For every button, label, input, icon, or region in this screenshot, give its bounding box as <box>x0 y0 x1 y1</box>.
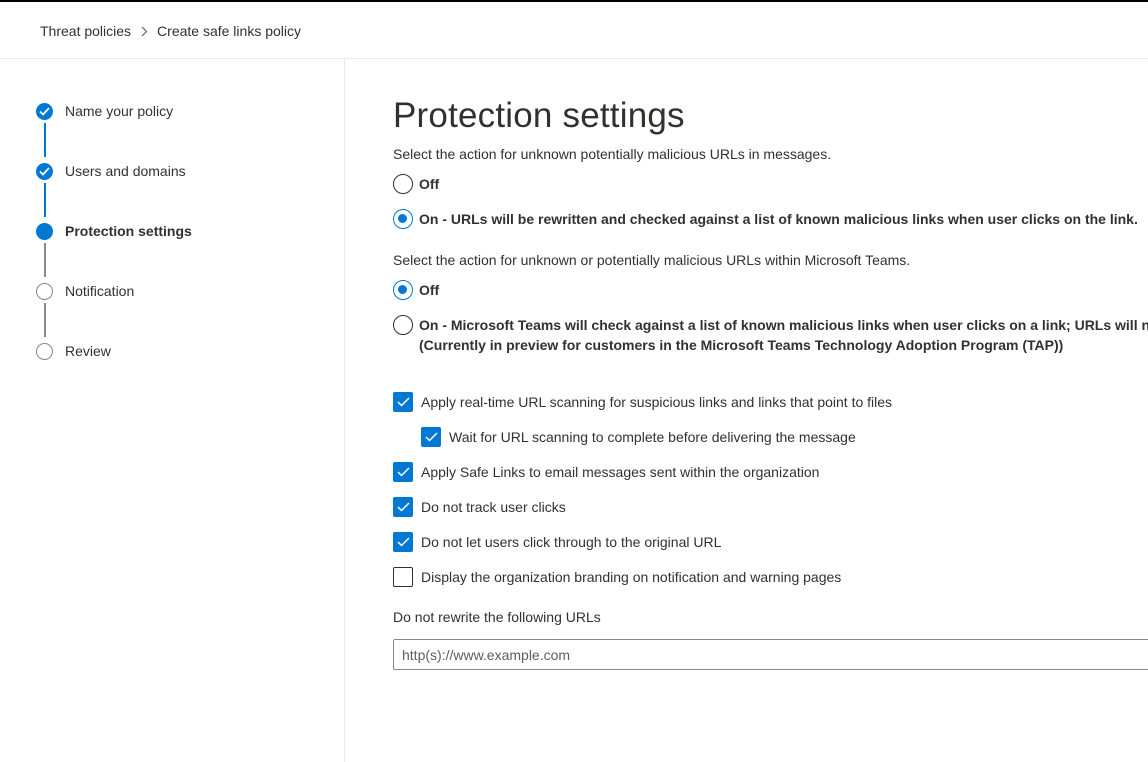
breadcrumb-create-safe-links-policy: Create safe links policy <box>157 23 301 39</box>
wizard-step-review[interactable]: Review <box>36 341 316 363</box>
header-divider <box>0 58 1148 59</box>
checkbox-box[interactable] <box>393 532 413 552</box>
radio-circle[interactable] <box>393 174 413 194</box>
wizard-step-users-and-domains[interactable]: Users and domains <box>36 161 316 183</box>
radio-circle[interactable] <box>393 280 413 300</box>
step-connector <box>44 183 46 217</box>
no-click-through-checkbox[interactable]: Do not let users click through to the or… <box>393 532 721 552</box>
checkbox-label: Display the organization branding on not… <box>421 569 842 585</box>
radio-label: Off <box>419 176 440 192</box>
checkbox-label: Do not track user clicks <box>421 499 566 515</box>
radio-label: On - URLs will be rewritten and checked … <box>419 211 1138 227</box>
step-connector <box>44 123 46 157</box>
wizard-step-name-your-policy[interactable]: Name your policy <box>36 101 316 123</box>
checkbox-box[interactable] <box>421 427 441 447</box>
checkmark-circle-icon <box>36 163 53 180</box>
internal-messages-checkbox[interactable]: Apply Safe Links to email messages sent … <box>393 462 819 482</box>
page-title: Protection settings <box>393 96 685 135</box>
breadcrumb: Threat policies Create safe links policy <box>40 21 301 41</box>
window-top-border <box>0 0 1148 2</box>
checkbox-label: Wait for URL scanning to complete before… <box>449 429 856 445</box>
checkbox-box[interactable] <box>393 392 413 412</box>
wizard-step-label: Name your policy <box>65 103 174 119</box>
realtime-url-scanning-checkbox[interactable]: Apply real-time URL scanning for suspici… <box>393 392 892 412</box>
wait-for-scanning-checkbox[interactable]: Wait for URL scanning to complete before… <box>421 427 856 447</box>
urls-action-question: Select the action for unknown potentiall… <box>393 146 832 162</box>
no-rewrite-urls-label: Do not rewrite the following URLs <box>393 609 601 625</box>
urls-action-off-radio[interactable]: Off <box>393 174 439 194</box>
organization-branding-checkbox[interactable]: Display the organization branding on not… <box>393 567 841 587</box>
teams-action-off-radio[interactable]: Off <box>393 280 439 300</box>
breadcrumb-threat-policies[interactable]: Threat policies <box>40 23 131 39</box>
empty-circle-icon <box>36 343 53 360</box>
wizard-step-label: Review <box>65 343 111 359</box>
radio-label: On - Microsoft Teams will check against … <box>419 315 1148 355</box>
urls-action-on-radio[interactable]: On - URLs will be rewritten and checked … <box>393 209 1138 229</box>
wizard-step-notification[interactable]: Notification <box>36 281 316 303</box>
step-connector <box>44 243 46 277</box>
do-not-track-clicks-checkbox[interactable]: Do not track user clicks <box>393 497 566 517</box>
chevron-right-icon <box>131 26 157 37</box>
teams-action-on-radio[interactable]: On - Microsoft Teams will check against … <box>393 315 1148 355</box>
no-rewrite-urls-input[interactable] <box>393 639 1148 670</box>
panel-divider <box>344 59 345 762</box>
checkbox-label: Apply Safe Links to email messages sent … <box>421 464 820 480</box>
checkbox-box[interactable] <box>393 567 413 587</box>
checkbox-label: Do not let users click through to the or… <box>421 534 722 550</box>
checkbox-label: Apply real-time URL scanning for suspici… <box>421 394 893 410</box>
wizard-step-label: Users and domains <box>65 163 186 179</box>
wizard-step-label: Protection settings <box>65 223 192 239</box>
radio-circle[interactable] <box>393 209 413 229</box>
wizard-step-label: Notification <box>65 283 135 299</box>
teams-action-question: Select the action for unknown or potenti… <box>393 252 911 268</box>
step-connector <box>44 303 46 337</box>
radio-label-line2: (Currently in preview for customers in t… <box>419 337 1064 353</box>
radio-label: Off <box>419 282 440 298</box>
radio-circle[interactable] <box>393 315 413 335</box>
wizard-step-protection-settings[interactable]: Protection settings <box>36 221 316 243</box>
checkmark-circle-icon <box>36 103 53 120</box>
empty-circle-icon <box>36 283 53 300</box>
radio-label-line1: On - Microsoft Teams will check against … <box>419 317 1148 333</box>
checkbox-box[interactable] <box>393 462 413 482</box>
current-step-dot-icon <box>36 223 53 240</box>
checkbox-box[interactable] <box>393 497 413 517</box>
